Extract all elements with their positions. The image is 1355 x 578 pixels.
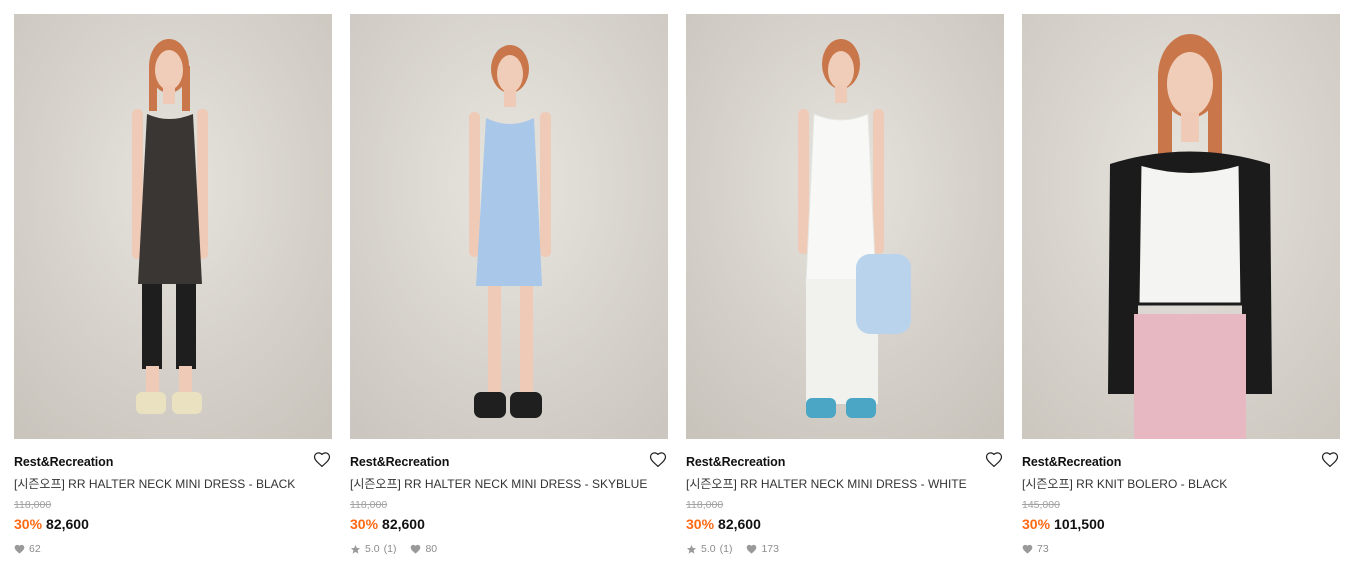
price-row: 30% 82,600 [350,514,668,534]
product-meta: 5.0 (1) 173 [686,542,1004,556]
like-count: 62 [29,543,41,555]
product-info: Rest&Recreation [시즌오프] RR HALTER NECK MI… [686,439,1004,556]
product-image[interactable] [1022,14,1340,439]
star-icon [686,544,697,555]
original-price: 118,000 [14,499,52,511]
product-grid: Rest&Recreation [시즌오프] RR HALTER NECK MI… [14,14,1340,556]
like-heart-icon [746,544,757,555]
price-row: 30% 82,600 [14,514,332,534]
like-count: 80 [425,543,438,555]
wishlist-heart-icon[interactable] [313,451,331,469]
sale-price: 82,600 [718,516,761,532]
product-info: Rest&Recreation [시즌오프] RR KNIT BOLERO - … [1022,439,1340,556]
rating-value: 5.0 [365,543,380,555]
product-name[interactable]: [시즌오프] RR KNIT BOLERO - BLACK [1022,476,1340,493]
wishlist-heart-icon[interactable] [649,451,667,469]
product-card[interactable]: Rest&Recreation [시즌오프] RR KNIT BOLERO - … [1022,14,1340,556]
product-card[interactable]: Rest&Recreation [시즌오프] RR HALTER NECK MI… [350,14,668,556]
discount-rate: 30% [1022,516,1051,532]
product-info: Rest&Recreation [시즌오프] RR HALTER NECK MI… [14,439,332,556]
product-info: Rest&Recreation [시즌오프] RR HALTER NECK MI… [350,439,668,556]
product-name[interactable]: [시즌오프] RR HALTER NECK MINI DRESS - WHITE [686,476,1004,493]
like-count: 173 [761,543,779,555]
product-image[interactable] [350,14,668,439]
product-brand[interactable]: Rest&Recreation [686,453,1004,471]
like-count: 73 [1037,543,1049,555]
product-brand[interactable]: Rest&Recreation [1022,453,1340,471]
review-count: (1) [383,543,397,555]
wishlist-heart-icon[interactable] [985,451,1003,469]
product-card[interactable]: Rest&Recreation [시즌오프] RR HALTER NECK MI… [686,14,1004,556]
product-brand[interactable]: Rest&Recreation [350,453,668,471]
discount-rate: 30% [350,516,379,532]
wishlist-heart-icon[interactable] [1321,451,1339,469]
price-row: 30% 101,500 [1022,514,1340,534]
sale-price: 101,500 [1054,516,1105,532]
original-price: 118,000 [350,499,388,511]
product-meta: 5.0 (1) 80 [350,542,668,556]
product-brand[interactable]: Rest&Recreation [14,453,332,471]
original-price: 145,000 [1022,499,1060,511]
star-icon [350,544,361,555]
like-heart-icon [410,544,421,555]
review-count: (1) [719,543,733,555]
product-name[interactable]: [시즌오프] RR HALTER NECK MINI DRESS - SKYBL… [350,476,668,493]
product-image[interactable] [14,14,332,439]
price-row: 30% 82,600 [686,514,1004,534]
discount-rate: 30% [14,516,43,532]
product-name[interactable]: [시즌오프] RR HALTER NECK MINI DRESS - BLACK [14,476,332,493]
original-price: 118,000 [686,499,724,511]
product-meta: 73 [1022,542,1340,556]
rating-value: 5.0 [701,543,716,555]
discount-rate: 30% [686,516,715,532]
product-card[interactable]: Rest&Recreation [시즌오프] RR HALTER NECK MI… [14,14,332,556]
product-image[interactable] [686,14,1004,439]
product-meta: 62 [14,542,332,556]
like-heart-icon [1022,544,1033,555]
sale-price: 82,600 [382,516,425,532]
like-heart-icon [14,544,25,555]
sale-price: 82,600 [46,516,89,532]
